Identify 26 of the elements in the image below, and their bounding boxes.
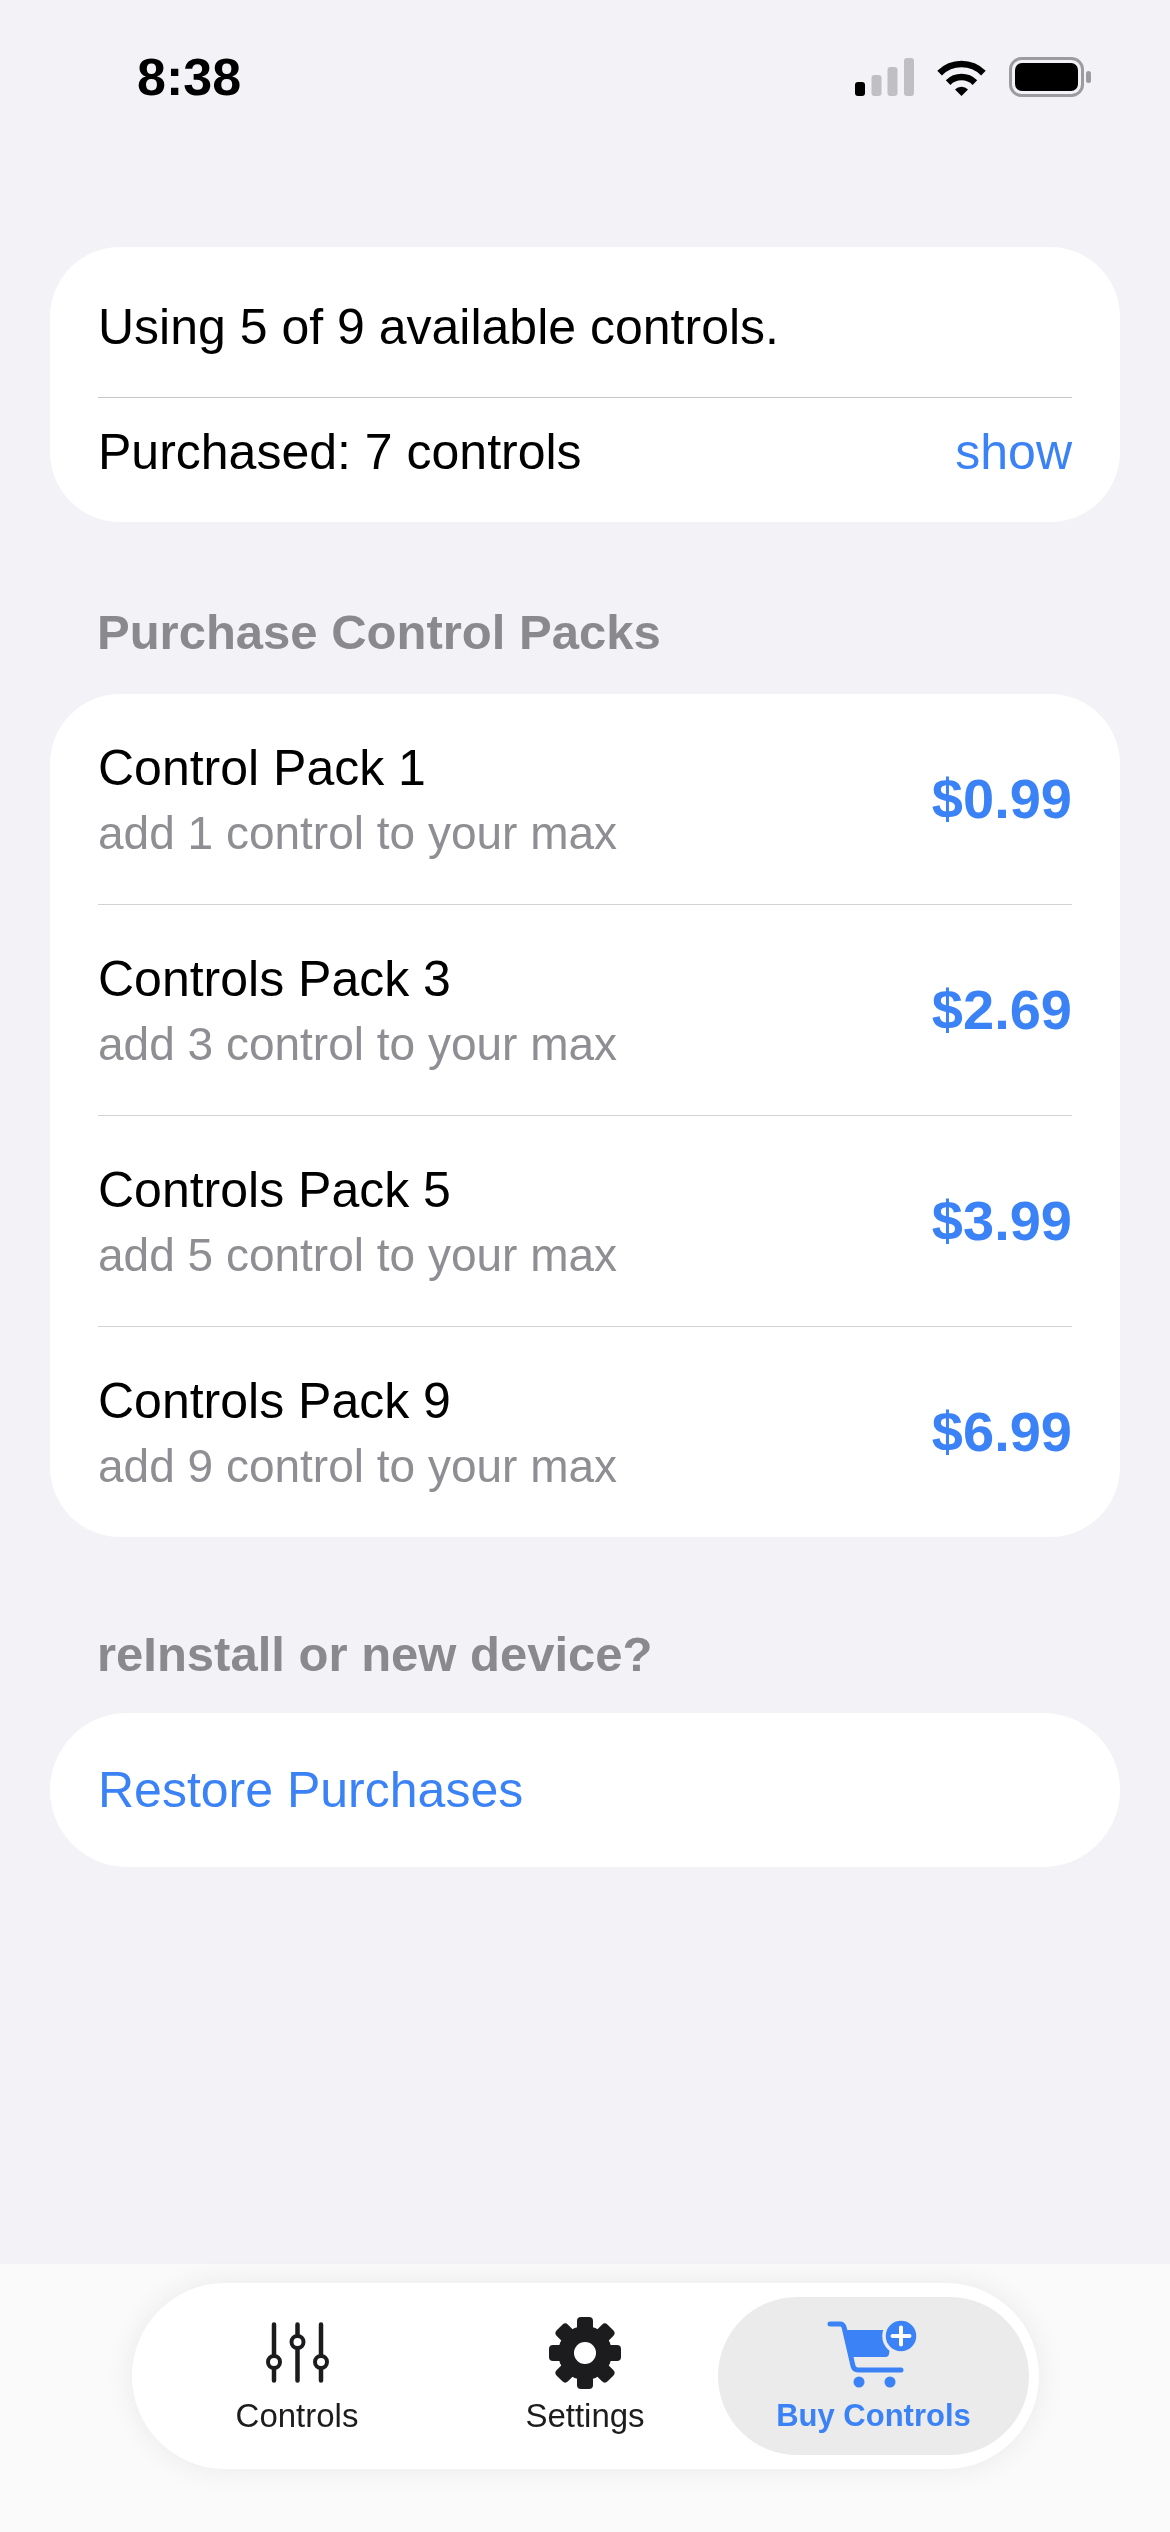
pack-description: add 5 control to your max (98, 1227, 618, 1283)
settings-icon (549, 2316, 621, 2389)
pack-description: add 3 control to your max (98, 1016, 618, 1072)
signal-icon (855, 58, 914, 96)
restore-purchases-button[interactable]: Restore Purchases (50, 1713, 1120, 1867)
purchased-text: Purchased: 7 controls (98, 423, 582, 482)
price-button[interactable]: $0.99 (931, 767, 1072, 831)
usage-text: Using 5 of 9 available controls. (98, 298, 779, 357)
pack-title: Controls Pack 3 (98, 949, 451, 1009)
show-link[interactable]: show (955, 422, 1072, 482)
price-button[interactable]: $2.69 (931, 978, 1072, 1042)
pack-title: Control Pack 1 (98, 738, 426, 798)
tab-bar-item[interactable]: Controls (142, 2297, 452, 2455)
price-button[interactable]: $6.99 (931, 1400, 1072, 1464)
pack-description: add 9 control to your max (98, 1438, 618, 1494)
section-header: Purchase Control Packs (97, 604, 661, 661)
pack-title: Controls Pack 5 (98, 1160, 451, 1220)
status-time: 8:38 (137, 51, 242, 103)
section-header: reInstall or new device? (97, 1626, 653, 1683)
battery-icon (1009, 57, 1091, 97)
pack-description: add 1 control to your max (98, 805, 618, 861)
tab-bar-item[interactable]: Buy Controls (718, 2297, 1029, 2455)
sliders-icon (265, 2322, 329, 2383)
price-button[interactable]: $3.99 (931, 1189, 1072, 1253)
tab-bar-item[interactable]: Settings (452, 2297, 718, 2455)
pack-title: Controls Pack 9 (98, 1371, 451, 1431)
